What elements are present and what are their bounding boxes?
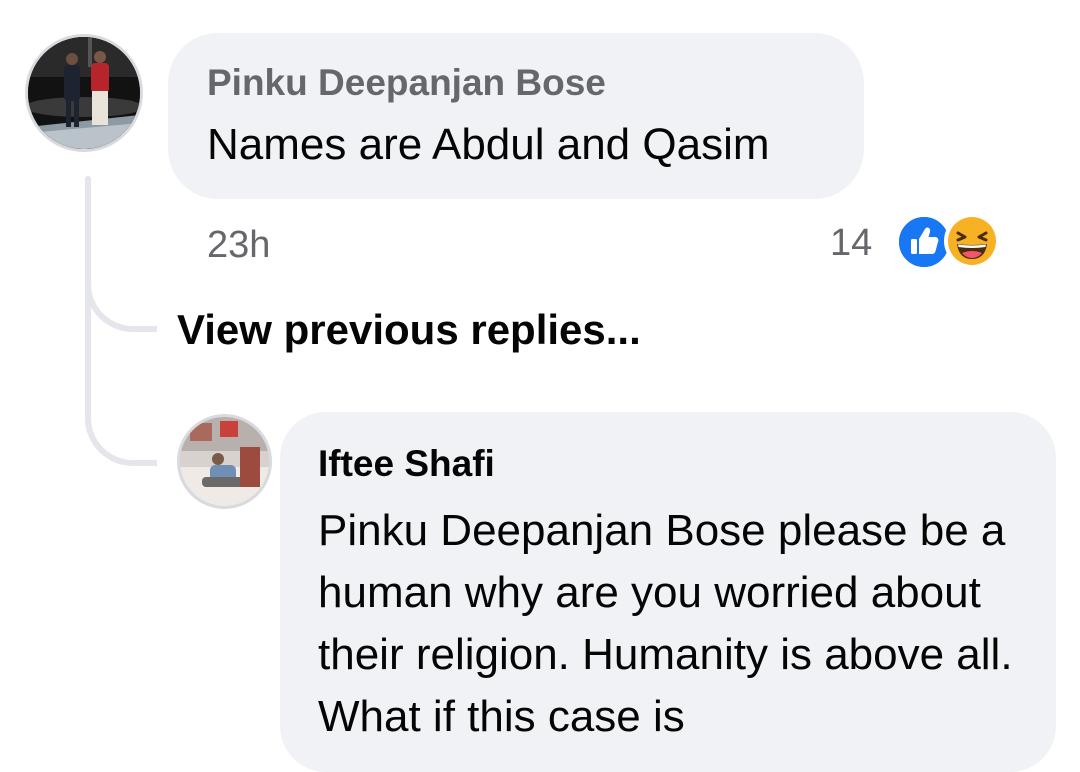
comment-bubble[interactable] bbox=[168, 33, 864, 199]
haha-icon[interactable] bbox=[944, 213, 1000, 269]
thread-branch-view-previous bbox=[85, 270, 157, 332]
avatar-pinku[interactable] bbox=[25, 34, 143, 152]
comment-text: Names are Abdul and Qasim bbox=[207, 120, 770, 169]
thread-branch-reply bbox=[85, 400, 157, 466]
avatar-photo-room bbox=[180, 417, 269, 506]
avatar-photo-stage bbox=[28, 37, 140, 149]
reply-text: Pinku Deepanjan Bose please be a human w… bbox=[318, 506, 1013, 741]
comment-timestamp[interactable]: 23h bbox=[207, 224, 270, 267]
view-previous-replies-link[interactable]: View previous replies... bbox=[177, 306, 641, 354]
avatar-iftee[interactable] bbox=[177, 414, 272, 509]
reply-author[interactable]: Iftee Shafi bbox=[318, 443, 495, 485]
comment-author[interactable]: Pinku Deepanjan Bose bbox=[207, 62, 606, 104]
reaction-count[interactable]: 14 bbox=[830, 222, 872, 265]
